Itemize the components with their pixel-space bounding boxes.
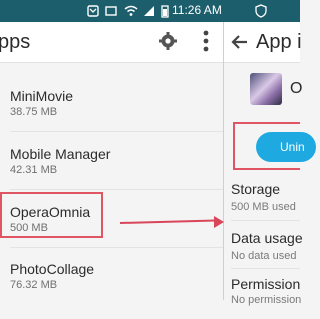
app-name: Mobile Manager (10, 146, 111, 162)
storage-title[interactable]: Storage (231, 181, 280, 197)
app-thumbnail (250, 73, 282, 105)
wifi-icon (124, 5, 138, 16)
apps-app-bar: pps (0, 22, 224, 63)
app-size: 38.75 MB (10, 106, 58, 118)
permissions-title[interactable]: Permission (231, 276, 300, 292)
annotation-arrow-head (214, 216, 224, 228)
section-divider (231, 220, 300, 221)
app-name-heading: O (290, 80, 303, 97)
permissions-value: No permission (231, 294, 302, 306)
row-divider (10, 189, 223, 190)
status-time: 11:26 AM (172, 3, 222, 17)
app-info-title: App i (256, 31, 302, 53)
mail-icon (105, 6, 117, 16)
highlight-box-uninstall (233, 122, 300, 170)
app-name: PhotoCollage (10, 261, 95, 277)
page-title: pps (0, 31, 31, 53)
list-item[interactable]: PhotoCollage 76.32 MB (0, 261, 223, 319)
data-usage-value: No data used (231, 250, 297, 262)
list-item[interactable]: MiniMovie 38.75 MB (0, 88, 223, 146)
signal-icon (144, 6, 154, 16)
app-size: 76.32 MB (10, 279, 58, 291)
storage-value: 500 MB used (231, 201, 296, 213)
battery-icon (161, 5, 169, 18)
notification-icon (87, 5, 99, 17)
gear-icon[interactable] (158, 31, 178, 51)
row-divider (10, 131, 223, 132)
highlight-box (0, 192, 103, 238)
app-name: MiniMovie (10, 88, 74, 104)
section-divider (231, 268, 300, 269)
shield-icon (255, 4, 267, 18)
app-info-app-bar: App i (224, 22, 302, 63)
back-arrow-icon[interactable] (230, 32, 250, 52)
data-usage-title[interactable]: Data usage (231, 230, 303, 246)
row-divider (10, 247, 223, 248)
app-size: 42.31 MB (10, 164, 58, 176)
status-bar: 11:26 AM (0, 0, 300, 22)
panel-divider (223, 22, 224, 300)
more-options-icon[interactable] (203, 30, 209, 52)
